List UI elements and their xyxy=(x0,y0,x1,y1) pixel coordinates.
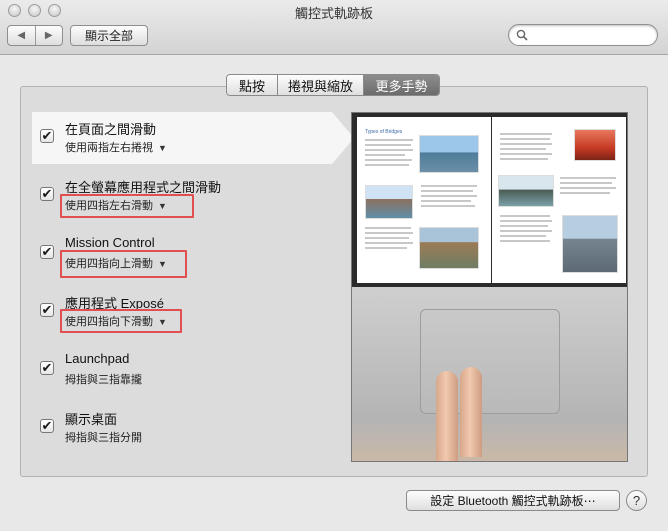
bridge-image xyxy=(498,175,554,207)
bridge-image xyxy=(562,215,618,273)
gesture-checkbox[interactable]: ✔ xyxy=(40,361,54,375)
bridge-image xyxy=(365,185,413,219)
gesture-title: 在頁面之間滑動 xyxy=(65,122,157,137)
gesture-checkbox[interactable]: ✔ xyxy=(40,419,54,433)
forward-button[interactable]: ▶ xyxy=(34,26,63,45)
show-all-button[interactable]: 顯示全部 xyxy=(70,25,148,46)
highlight-box xyxy=(60,250,187,278)
window-toolbar: 觸控式軌跡板 ◀ ▶ 顯示全部 xyxy=(0,0,668,55)
chevron-down-icon: ▼ xyxy=(158,143,167,153)
gesture-title: Mission Control xyxy=(65,235,155,250)
gesture-checkbox[interactable]: ✔ xyxy=(40,303,54,317)
page-heading: Types of Bridges xyxy=(365,129,403,135)
window-title: 觸控式軌跡板 xyxy=(294,6,373,21)
gesture-title: Launchpad xyxy=(65,351,130,366)
gesture-description: 拇指與三指分開 xyxy=(65,432,142,444)
highlight-box xyxy=(60,309,182,333)
gesture-checkbox[interactable]: ✔ xyxy=(40,187,54,201)
laptop-body xyxy=(352,287,627,461)
gesture-checkbox[interactable]: ✔ xyxy=(40,129,54,143)
book-page-left: Types of Bridges xyxy=(357,117,491,283)
search-field[interactable] xyxy=(508,24,658,46)
finger xyxy=(436,371,458,461)
back-forward-control: ◀ ▶ xyxy=(7,25,63,46)
finger xyxy=(460,367,482,457)
book-page-right xyxy=(492,117,626,283)
gesture-description: 拇指與三指靠攏 xyxy=(65,374,142,386)
tab-scroll-zoom[interactable]: 捲視與縮放 xyxy=(277,75,363,95)
gesture-option-menu[interactable]: 使用兩指左右捲視 ▼ xyxy=(65,139,167,155)
preview-screen: Types of Bridges xyxy=(352,113,627,287)
setup-bluetooth-trackpad-button[interactable]: 設定 Bluetooth 觸控式軌跡板⋯ xyxy=(406,490,620,511)
highlight-box xyxy=(60,194,194,218)
gesture-show-desktop[interactable]: ✔ 顯示桌面 拇指與三指分開 xyxy=(32,402,332,454)
gesture-launchpad[interactable]: ✔ Launchpad 拇指與三指靠攏 xyxy=(32,344,332,396)
gesture-swipe-pages[interactable]: ✔ 在頁面之間滑動 使用兩指左右捲視 ▼ xyxy=(32,112,332,164)
bridge-image xyxy=(574,129,616,161)
bridge-image xyxy=(419,227,479,269)
tab-more-gestures[interactable]: 更多手勢 xyxy=(363,75,439,95)
tab-point-click[interactable]: 點按 xyxy=(227,75,277,95)
gesture-title: 顯示桌面 xyxy=(65,412,118,427)
back-button[interactable]: ◀ xyxy=(8,26,35,45)
gesture-preview: Types of Bridges xyxy=(351,112,628,462)
forward-arrow-icon: ▶ xyxy=(44,30,53,41)
help-button[interactable]: ? xyxy=(626,490,647,511)
gesture-checkbox[interactable]: ✔ xyxy=(40,245,54,259)
tab-bar: 點按 捲視與縮放 更多手勢 xyxy=(226,74,440,96)
back-arrow-icon: ◀ xyxy=(17,30,26,41)
search-icon xyxy=(516,29,528,41)
bridge-image xyxy=(419,135,479,173)
